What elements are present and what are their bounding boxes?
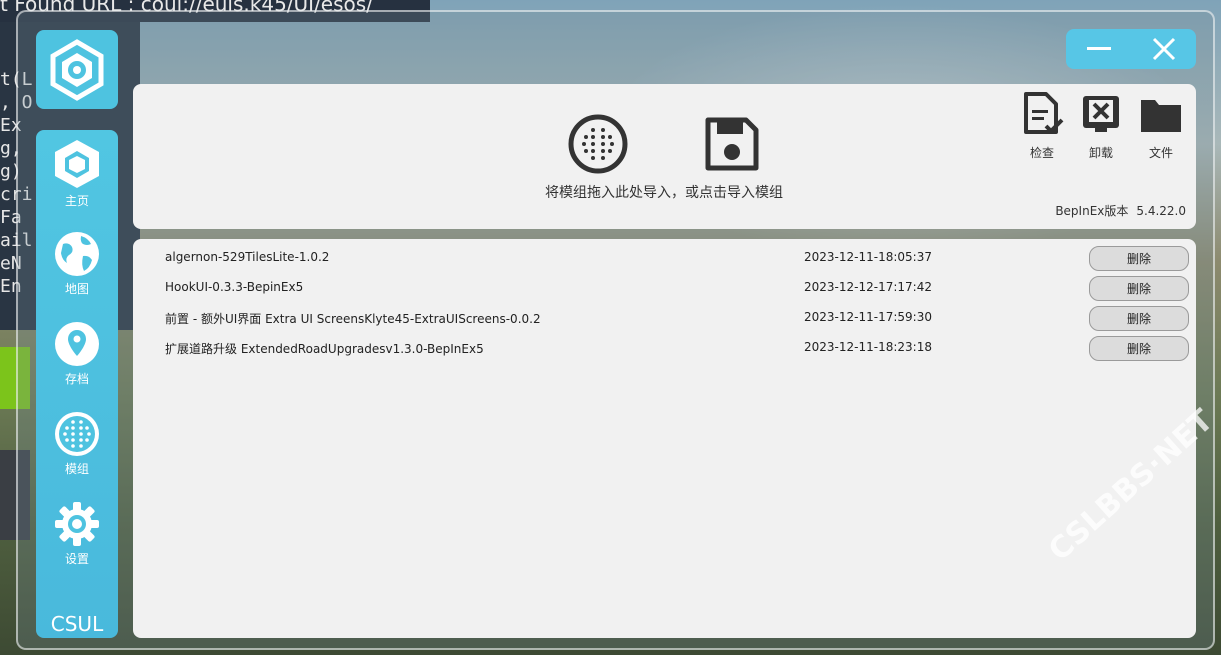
dots-grid-icon (55, 412, 99, 456)
mod-date: 2023-12-11-18:23:18 (804, 340, 932, 354)
files-label: 文件 (1148, 146, 1173, 160)
sidebar-item-settings[interactable]: 设置 (36, 500, 118, 567)
delete-button[interactable]: 删除 (1089, 276, 1189, 301)
mod-name: 前置 - 额外UI界面 Extra UI ScreensKlyte45-Extr… (165, 312, 541, 326)
table-row: HookUI-0.3.3-BepinEx5 2023-12-12-17:17:4… (133, 272, 1196, 302)
mod-name: HookUI-0.3.3-BepinEx5 (165, 280, 304, 294)
check-label: 检查 (1029, 146, 1054, 160)
app-logo-icon (50, 38, 104, 101)
files-button[interactable]: 文件 (1137, 92, 1185, 161)
mod-name: algernon-529TilesLite-1.0.2 (165, 250, 330, 264)
sidebar-item-label: 设置 (64, 552, 89, 566)
uninstall-icon (1083, 96, 1119, 132)
uninstall-label: 卸载 (1088, 146, 1113, 160)
delete-button[interactable]: 删除 (1089, 246, 1189, 271)
save-disk-icon (705, 117, 759, 171)
mod-dots-icon (568, 114, 628, 174)
window-controls (1066, 29, 1196, 69)
globe-icon (55, 232, 99, 276)
version-value: 5.4.22.0 (1136, 204, 1186, 218)
uninstall-button[interactable]: 卸载 (1077, 92, 1125, 161)
sidebar: 主页 地图 存档 模组 设置 CSUL (36, 130, 118, 638)
sidebar-item-label: 模组 (64, 462, 89, 476)
check-document-icon (1024, 92, 1064, 134)
import-icons (568, 114, 768, 174)
folder-icon (1141, 100, 1181, 132)
version-label: BepInEx版本 (1055, 204, 1129, 218)
table-row: algernon-529TilesLite-1.0.2 2023-12-11-1… (133, 242, 1196, 272)
minimize-icon (1086, 47, 1111, 50)
mod-date: 2023-12-12-17:17:42 (804, 280, 932, 294)
mod-date: 2023-12-11-18:05:37 (804, 250, 932, 264)
import-hint-text[interactable]: 将模组拖入此处导入，或点击导入模组 (433, 182, 895, 202)
sidebar-item-label: 存档 (64, 372, 89, 386)
brand-label: CSUL (50, 612, 104, 636)
sidebar-item-mods[interactable]: 模组 (36, 410, 118, 477)
table-row: 前置 - 额外UI界面 Extra UI ScreensKlyte45-Extr… (133, 302, 1196, 332)
delete-button[interactable]: 删除 (1089, 336, 1189, 361)
sidebar-item-label: 主页 (64, 194, 89, 208)
bepinex-version: BepInEx版本 5.4.22.0 (1055, 202, 1186, 219)
close-button[interactable] (1144, 29, 1184, 69)
mod-name: 扩展道路升级 ExtendedRoadUpgradesv1.3.0-BepInE… (165, 342, 484, 356)
close-icon (1152, 37, 1175, 61)
sidebar-item-label: 地图 (64, 282, 89, 296)
sidebar-item-home[interactable]: 主页 (36, 138, 118, 209)
mod-list: algernon-529TilesLite-1.0.2 2023-12-11-1… (133, 239, 1196, 638)
minimize-button[interactable] (1079, 29, 1119, 69)
check-button[interactable]: 检查 (1018, 92, 1066, 161)
home-hex-icon (55, 140, 99, 188)
table-row: 扩展道路升级 ExtendedRoadUpgradesv1.3.0-BepInE… (133, 332, 1196, 362)
sidebar-item-saves[interactable]: 存档 (36, 320, 118, 387)
location-pin-icon (55, 322, 99, 366)
import-panel[interactable]: 将模组拖入此处导入，或点击导入模组 检查 卸载 文件 BepInEx版本 5.4.… (133, 84, 1196, 229)
app-logo (36, 30, 118, 109)
delete-button[interactable]: 删除 (1089, 306, 1189, 331)
mod-date: 2023-12-11-17:59:30 (804, 310, 932, 324)
gear-icon (55, 502, 99, 546)
sidebar-item-map[interactable]: 地图 (36, 230, 118, 297)
